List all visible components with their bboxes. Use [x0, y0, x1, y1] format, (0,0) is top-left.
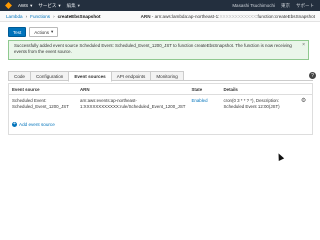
tab-event-sources[interactable]: Event sources [68, 71, 112, 82]
chevron-down-icon: ▾ [77, 2, 80, 8]
actions-button[interactable]: Actions ▾ [29, 27, 59, 37]
tab-monitoring[interactable]: Monitoring [150, 71, 184, 80]
tab-code[interactable]: Code [8, 71, 31, 80]
column-header-arn: ARN [77, 84, 189, 95]
event-source-name: Scheduled_Event_1200_JST [12, 103, 69, 109]
details-line2: Scheduled Event 12:00(JST) [223, 103, 280, 109]
breadcrumb: Lambda › Functions › createEbsSnapshot [6, 14, 100, 19]
function-arn: ARN - arn:aws:lambda:ap-northeast-1:XXXX… [141, 14, 315, 19]
add-event-source-label: Add event source [19, 122, 55, 127]
arn-suffix: :function:createEbsSnapshot [256, 13, 315, 19]
user-menu[interactable]: Masashi Tsuchimochi [232, 3, 275, 9]
breadcrumb-functions[interactable]: Functions [30, 14, 50, 19]
test-button[interactable]: Test [8, 27, 27, 37]
table-row: Scheduled Event: Scheduled_Event_1200_JS… [9, 95, 312, 113]
tab-configuration[interactable]: Configuration [29, 71, 70, 80]
aws-brand[interactable]: AWS ▾ [18, 3, 32, 9]
close-icon[interactable]: × [302, 42, 305, 49]
actions-label: Actions [34, 29, 50, 35]
arn-masked: XXXXXXXXXXXX [219, 13, 257, 19]
plus-icon: + [12, 121, 17, 127]
arn-label: ARN [140, 13, 151, 19]
breadcrumb-lambda[interactable]: Lambda [6, 14, 23, 19]
state-toggle-link[interactable]: Enabled [191, 98, 207, 103]
cell-event-source: Scheduled Event: Scheduled_Event_1200_JS… [9, 95, 77, 113]
tab-api-endpoints[interactable]: API endpoints [110, 71, 152, 80]
services-menu[interactable]: サービス ▾ [38, 3, 60, 9]
cell-actions: ⚙ [298, 95, 312, 113]
event-arn-line2: 1:XXXXXXXXXXXX:rule/Scheduled_Event_1200… [80, 103, 186, 109]
services-label: サービス [38, 2, 57, 8]
function-tabs: Code Configuration Event sources API end… [8, 71, 313, 82]
column-header-state: State [188, 84, 221, 95]
function-toolbar: Test Actions ▾ [8, 27, 59, 37]
aws-logo-icon[interactable] [5, 2, 12, 9]
breadcrumb-separator: › [25, 13, 28, 19]
chevron-down-icon: ▾ [58, 2, 61, 8]
cell-details: cron(0 3 * * ? *), Description: Schedule… [220, 95, 297, 113]
event-sources-table: Event source ARN State Details Scheduled… [9, 84, 312, 112]
add-event-source-link[interactable]: + Add event source [12, 122, 55, 127]
column-header-actions [297, 84, 312, 95]
edit-label: 編集 [66, 2, 76, 8]
column-header-details: Details [220, 84, 298, 95]
mouse-cursor-icon [275, 152, 285, 161]
cell-arn: arn:aws:events:ap-northeast- 1:XXXXXXXXX… [77, 95, 188, 113]
region-menu[interactable]: 東京 [281, 3, 290, 9]
success-notification: Successfully added event source Schedule… [8, 40, 309, 60]
support-menu[interactable]: サポート [296, 3, 314, 9]
gear-icon[interactable]: ⚙ [301, 98, 306, 104]
edit-menu[interactable]: 編集 ▾ [67, 3, 80, 9]
breadcrumb-separator: › [53, 13, 55, 19]
breadcrumb-bar: Lambda › Functions › createEbsSnapshot A… [0, 11, 320, 22]
chevron-down-icon: ▾ [30, 2, 33, 8]
chevron-down-icon: ▾ [51, 29, 54, 34]
column-header-event-source: Event source [9, 84, 77, 95]
table-header-row: Event source ARN State Details [9, 84, 312, 95]
arn-value: - arn:aws:lambda:ap-northeast-1: [151, 13, 220, 19]
help-icon[interactable]: ? [309, 72, 316, 79]
cell-state: Enabled [188, 95, 220, 113]
event-sources-panel: Event source ARN State Details Scheduled… [8, 83, 313, 135]
aws-top-nav: AWS ▾ サービス ▾ 編集 ▾ Masashi Tsuchimochi 東京… [0, 0, 320, 11]
breadcrumb-current: createEbsSnapshot [57, 13, 101, 19]
notification-message: Successfully added event source Schedule… [14, 43, 292, 54]
aws-brand-label: AWS [18, 3, 29, 8]
